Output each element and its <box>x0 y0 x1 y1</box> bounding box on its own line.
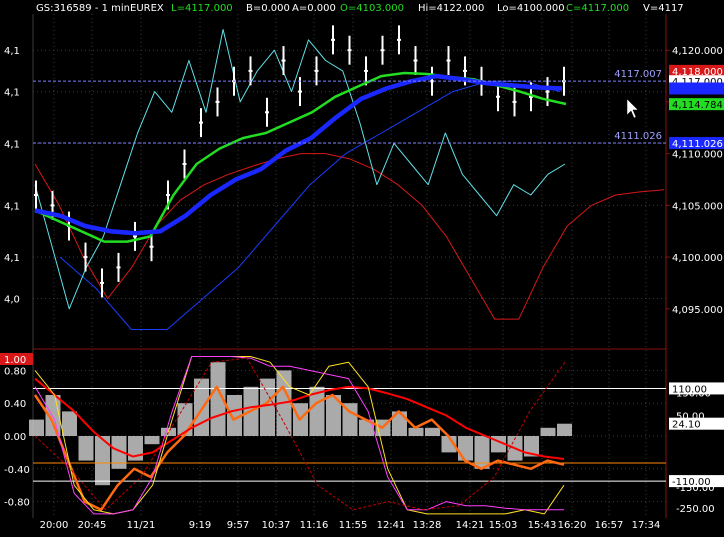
time-label: 16:20 <box>558 520 587 531</box>
left-tick-label: 4,1 <box>4 88 20 99</box>
time-label: 10:37 <box>262 520 291 531</box>
reference-label: 4117.007 <box>614 69 662 80</box>
osc-left-tick-label: -0.40 <box>4 465 30 476</box>
histogram-bar <box>425 427 440 436</box>
time-label: 16:57 <box>595 520 624 531</box>
reference-label: 4111.026 <box>614 131 662 142</box>
price-tick-label: 4,100.000 <box>672 253 723 264</box>
price-tick-label: 4,105.000 <box>672 201 723 212</box>
chart-canvas[interactable]: GS:316589 - 1 min EUREX L=4117.000 B=0.000 A… <box>0 0 724 537</box>
osc-left-tick-label: -0.80 <box>4 498 30 509</box>
header-field: Lo=4100.000 <box>497 3 565 14</box>
time-label: 13:28 <box>413 520 442 531</box>
price-tick-label: 4,110.000 <box>672 150 723 161</box>
left-tick-label: 4,1 <box>4 46 20 57</box>
left-tick-label: 4,0 <box>4 294 20 305</box>
header-field: GS:316589 - 1 min <box>36 3 130 14</box>
time-label: 11/21 <box>127 520 156 531</box>
time-label: 11:55 <box>339 520 368 531</box>
left-tick-label: 4,1 <box>4 201 20 212</box>
osc-left-tick-label: 0.00 <box>4 432 26 443</box>
time-label: 15:43 <box>528 520 557 531</box>
axis-badge <box>669 82 724 95</box>
histogram-bar <box>62 411 77 436</box>
time-label: 9:57 <box>227 520 249 531</box>
header-field: A=0.000 <box>292 3 336 14</box>
left-tick-label: 4,1 <box>4 253 20 264</box>
histogram-bar <box>78 436 94 461</box>
series-line <box>34 73 563 236</box>
price-tick-label: 4,095.000 <box>672 305 723 316</box>
histogram-bar <box>557 423 572 436</box>
osc-axis-badge-label: 24.10 <box>672 420 701 431</box>
trading-chart: GS:316589 - 1 min EUREX L=4117.000 B=0.000 A… <box>0 0 724 537</box>
histogram-bar <box>458 436 473 461</box>
header-field: L=4117.000 <box>171 3 233 14</box>
header-field: EUREX <box>130 3 164 14</box>
series-line <box>34 29 566 310</box>
osc-right-tick-label: -250.00 <box>676 504 715 515</box>
osc-left-badge-label: 1.00 <box>4 355 26 366</box>
histogram-bar <box>408 427 424 436</box>
cursor-arrow-icon <box>626 98 639 119</box>
axis-badge-label: 4,111.026 <box>672 139 723 150</box>
left-tick-label: 4,1 <box>4 139 20 150</box>
time-label: 9:19 <box>189 520 211 531</box>
histogram-bar <box>540 427 556 436</box>
osc-axis-badge-label: 110.00 <box>672 384 707 395</box>
series-line <box>34 153 665 320</box>
histogram-bar <box>144 436 160 445</box>
header-field: Hi=4122.000 <box>418 3 484 14</box>
osc-axis-badge-label: -110.00 <box>672 477 711 488</box>
price-tick-label: 4,120.000 <box>672 46 723 57</box>
time-label: 11:16 <box>300 520 329 531</box>
header-field: B=0.000 <box>246 3 290 14</box>
axis-badge-label: 4,114.784 <box>672 100 723 111</box>
time-label: 15:03 <box>489 520 518 531</box>
time-label: 20:00 <box>40 520 69 531</box>
header-field: V=4117 <box>643 3 684 14</box>
header-field: C=4117.000 <box>566 3 629 14</box>
time-label: 20:45 <box>78 520 107 531</box>
osc-left-tick-label: 0.80 <box>4 366 26 377</box>
time-label: 14:21 <box>456 520 485 531</box>
time-label: 12:41 <box>377 520 406 531</box>
histogram-bar <box>260 378 275 436</box>
osc-left-tick-label: 0.40 <box>4 399 26 410</box>
histogram-bar <box>474 436 490 469</box>
histogram-bar <box>29 419 44 436</box>
time-label: 17:34 <box>632 520 661 531</box>
header-field: O=4103.000 <box>340 3 404 14</box>
